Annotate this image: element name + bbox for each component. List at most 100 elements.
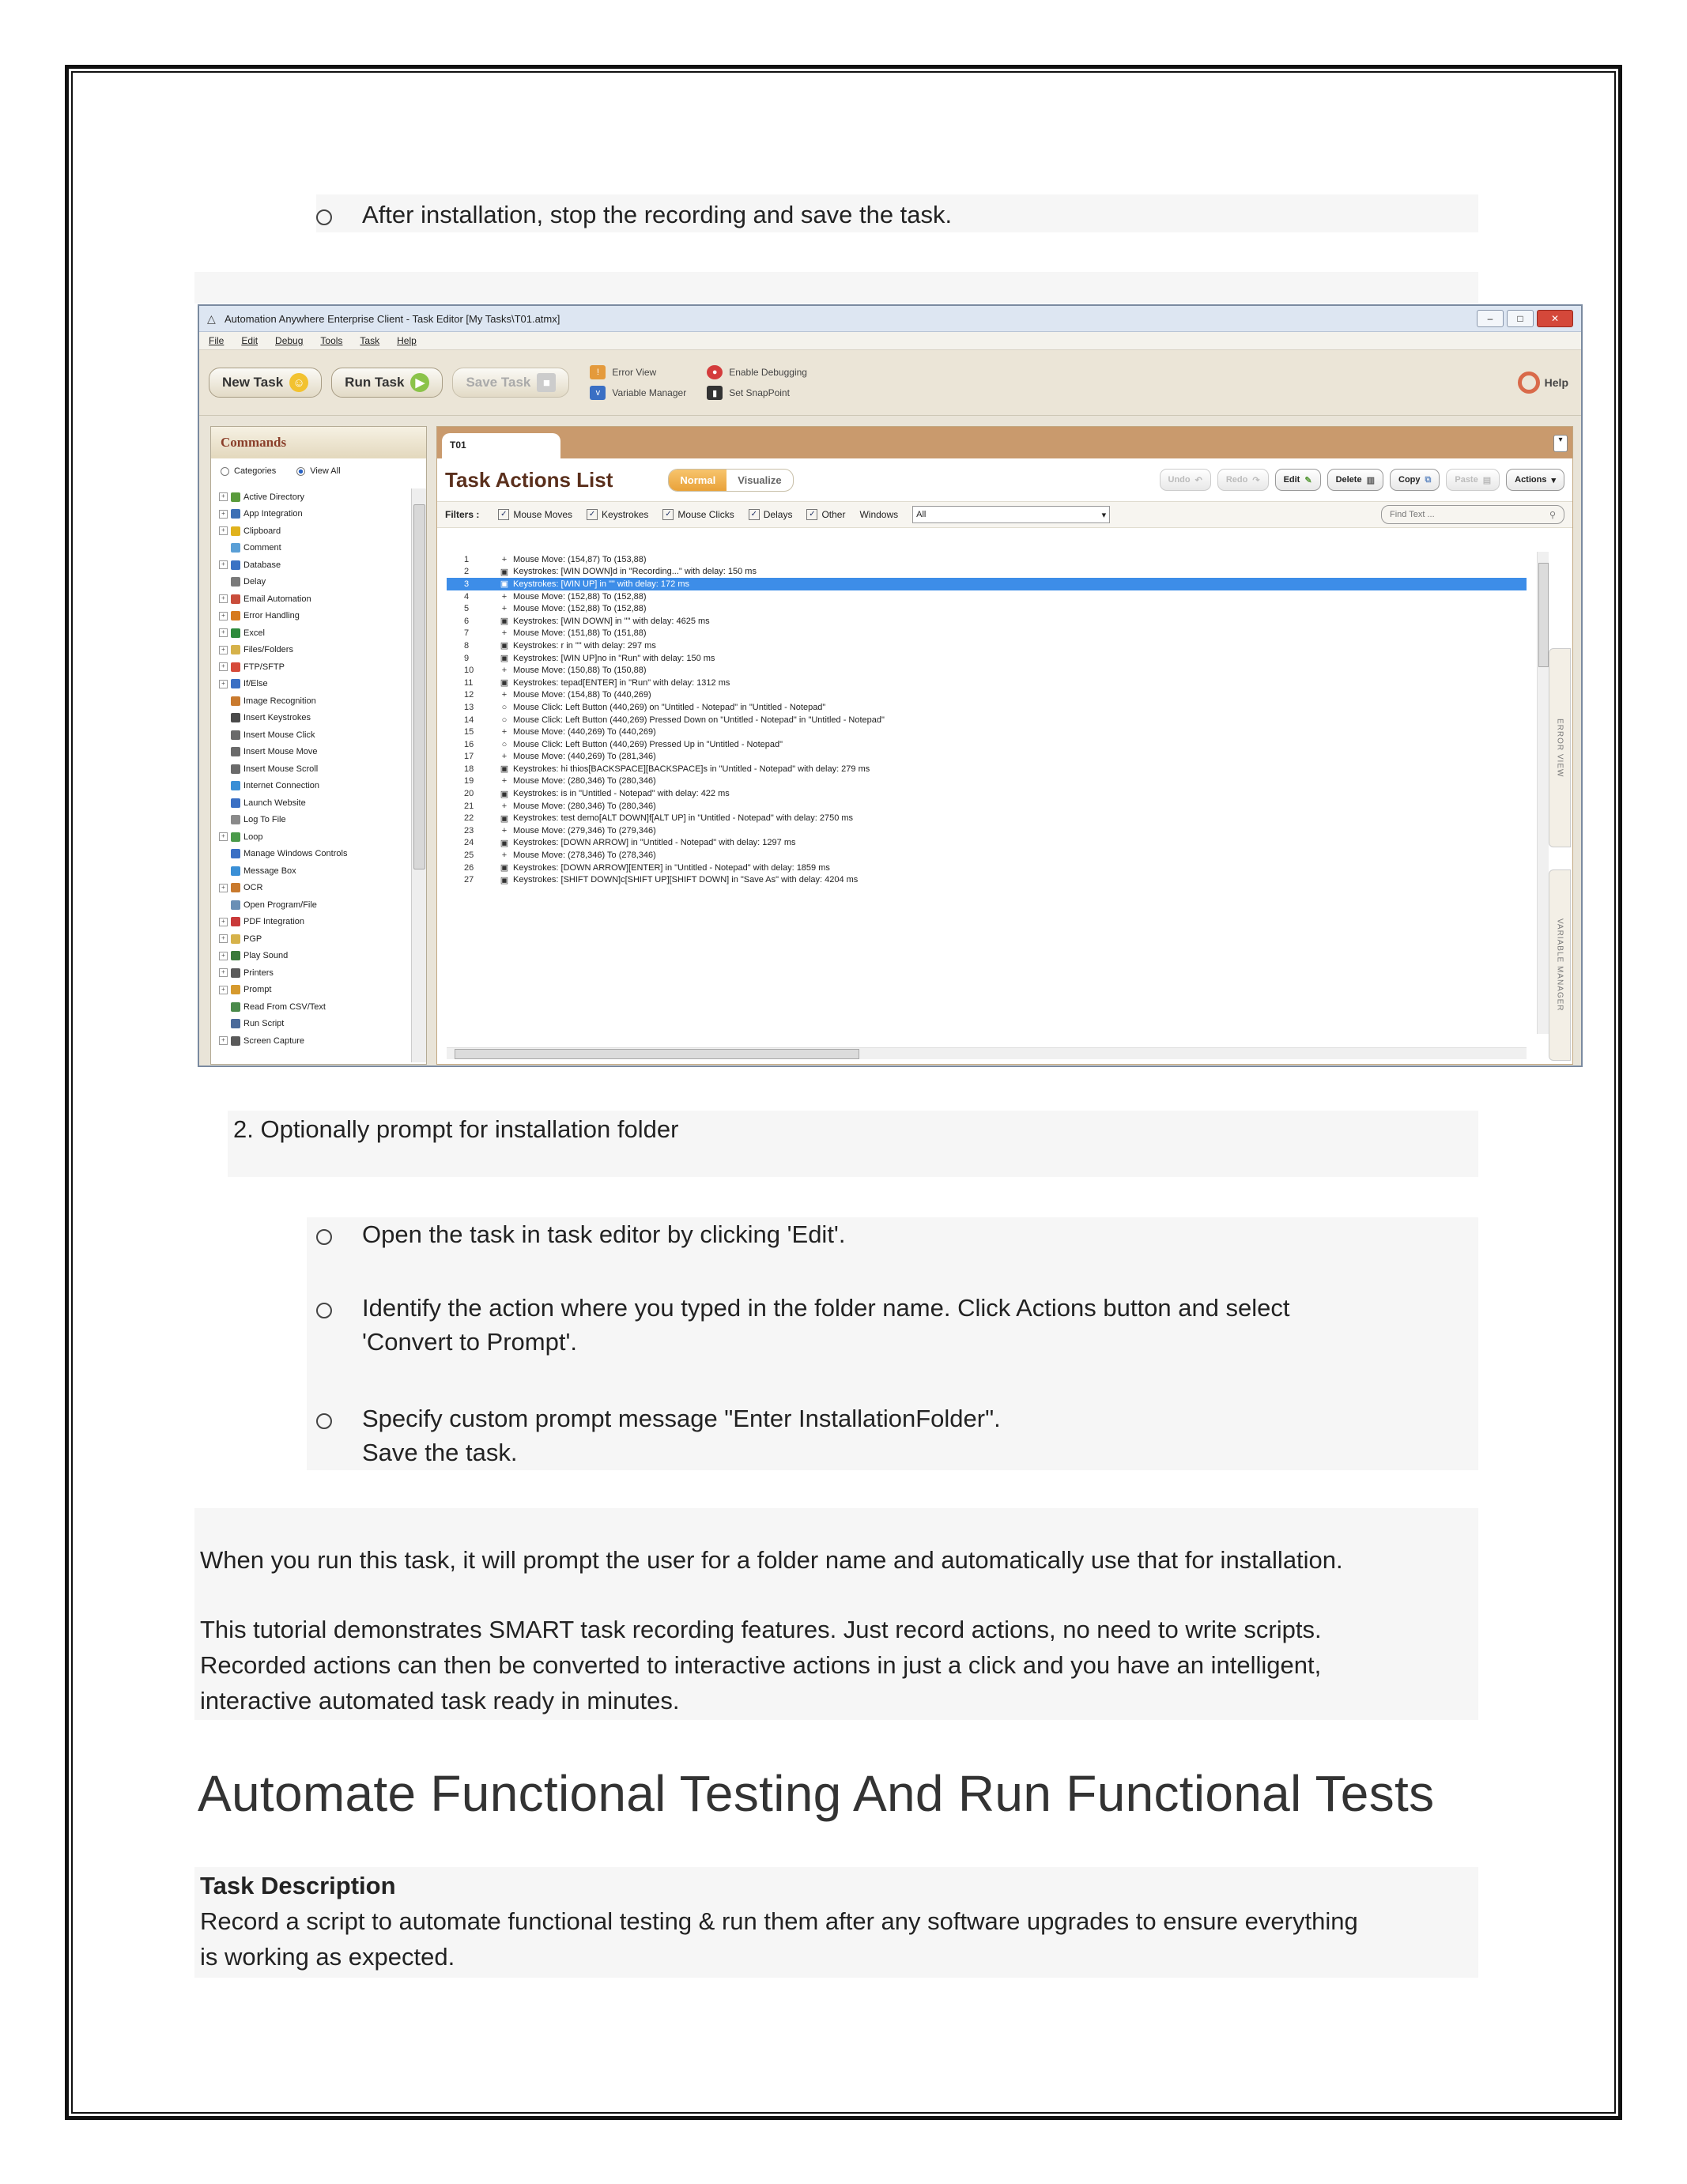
- undo-button[interactable]: Undo ↶: [1159, 469, 1211, 491]
- action-row[interactable]: 6 ▣ Keystrokes: [WIN DOWN] in "" with dela…: [447, 615, 1527, 628]
- command-item[interactable]: Comment: [211, 540, 409, 557]
- command-item[interactable]: + App Integration: [211, 506, 409, 523]
- expand-icon[interactable]: +: [219, 492, 228, 502]
- expand-icon[interactable]: +: [219, 560, 228, 570]
- command-item[interactable]: + Excel: [211, 624, 409, 642]
- error-view-sidetab[interactable]: ERROR VIEW: [1549, 648, 1571, 847]
- menu-debug[interactable]: Debug: [275, 335, 303, 346]
- command-item[interactable]: Image Recognition: [211, 692, 409, 710]
- filter-other[interactable]: ✓ Other: [806, 509, 845, 520]
- expand-icon[interactable]: +: [219, 985, 228, 994]
- paste-button[interactable]: Paste ▤: [1446, 469, 1500, 491]
- variable-manager-button[interactable]: v Variable Manager: [590, 386, 686, 400]
- command-item[interactable]: + Active Directory: [211, 488, 409, 506]
- radio-categories[interactable]: Categories: [221, 466, 276, 476]
- expand-icon[interactable]: +: [219, 594, 228, 604]
- command-item[interactable]: + FTP/SFTP: [211, 658, 409, 676]
- action-row[interactable]: 1 + Mouse Move: (154,87) To (153,88): [447, 553, 1527, 566]
- mode-normal[interactable]: Normal: [669, 469, 727, 491]
- command-item[interactable]: Run Script: [211, 1016, 409, 1033]
- action-row[interactable]: 15 + Mouse Move: (440,269) To (440,269): [447, 726, 1527, 738]
- expand-icon[interactable]: +: [219, 1036, 228, 1046]
- action-row[interactable]: 24 ▣ Keystrokes: [DOWN ARROW] in "Untitled…: [447, 837, 1527, 850]
- commands-scrollbar[interactable]: [411, 488, 426, 1062]
- command-item[interactable]: + If/Else: [211, 676, 409, 693]
- menu-help[interactable]: Help: [397, 335, 417, 346]
- action-row[interactable]: 25 + Mouse Move: (278,346) To (278,346): [447, 849, 1527, 862]
- action-row[interactable]: 9 ▣ Keystrokes: [WIN UP]no in "Run" with d…: [447, 652, 1527, 665]
- action-row[interactable]: 16 ○ Mouse Click: Left Button (440,269) Pr…: [447, 738, 1527, 751]
- action-row[interactable]: 8 ▣ Keystrokes: r in "" with delay: 297 ms: [447, 639, 1527, 652]
- command-item[interactable]: Delay: [211, 574, 409, 591]
- menu-tools[interactable]: Tools: [320, 335, 342, 346]
- minimize-button[interactable]: –: [1477, 310, 1504, 327]
- command-item[interactable]: + PGP: [211, 930, 409, 948]
- command-item[interactable]: + PDF Integration: [211, 914, 409, 931]
- expand-icon[interactable]: +: [219, 917, 228, 926]
- action-row[interactable]: 11 ▣ Keystrokes: tepad[ENTER] in "Run" wit…: [447, 677, 1527, 689]
- command-item[interactable]: Launch Website: [211, 794, 409, 812]
- help-button[interactable]: Help: [1517, 372, 1568, 394]
- command-item[interactable]: Log To File: [211, 812, 409, 829]
- mode-visualize[interactable]: Visualize: [727, 470, 792, 491]
- action-row[interactable]: 21 + Mouse Move: (280,346) To (280,346): [447, 800, 1527, 813]
- command-item[interactable]: + Database: [211, 556, 409, 574]
- edit-button[interactable]: Edit ✎: [1274, 469, 1321, 491]
- filter-keystrokes[interactable]: ✓ Keystrokes: [587, 509, 648, 520]
- menu-task[interactable]: Task: [360, 335, 379, 346]
- filter-mouse-moves[interactable]: ✓ Mouse Moves: [498, 509, 572, 520]
- action-row[interactable]: 19 + Mouse Move: (280,346) To (280,346): [447, 775, 1527, 788]
- actions-hscrollbar[interactable]: [447, 1047, 1527, 1059]
- radio-view-all[interactable]: View All: [296, 466, 341, 476]
- error-view-button[interactable]: ! Error View: [590, 365, 686, 379]
- expand-icon[interactable]: +: [219, 968, 228, 978]
- command-item[interactable]: Insert Mouse Scroll: [211, 760, 409, 778]
- command-item[interactable]: + Loop: [211, 828, 409, 846]
- action-row[interactable]: 22 ▣ Keystrokes: test demo[ALT DOWN]f[ALT …: [447, 812, 1527, 824]
- action-row[interactable]: 14 ○ Mouse Click: Left Button (440,269) Pr…: [447, 714, 1527, 726]
- action-row[interactable]: 13 ○ Mouse Click: Left Button (440,269) on…: [447, 701, 1527, 714]
- enable-debugging-button[interactable]: ● Enable Debugging: [707, 365, 807, 379]
- delete-button[interactable]: Delete ▥: [1327, 469, 1383, 491]
- find-text-input[interactable]: Find Text ... ⚲: [1381, 505, 1564, 524]
- filter-mouse-clicks[interactable]: ✓ Mouse Clicks: [662, 509, 734, 520]
- expand-icon[interactable]: +: [219, 611, 228, 620]
- command-item[interactable]: Read From CSV/Text: [211, 998, 409, 1016]
- command-item[interactable]: Message Box: [211, 862, 409, 880]
- action-row[interactable]: 4 + Mouse Move: (152,88) To (152,88): [447, 590, 1527, 603]
- command-item[interactable]: + OCR: [211, 880, 409, 897]
- collapse-icon[interactable]: ▾: [1553, 435, 1568, 452]
- close-button[interactable]: ✕: [1537, 310, 1573, 327]
- command-item[interactable]: + Screen Capture: [211, 1032, 409, 1050]
- action-row[interactable]: 17 + Mouse Move: (440,269) To (281,346): [447, 751, 1527, 764]
- scroll-thumb[interactable]: [413, 504, 425, 869]
- command-item[interactable]: + Play Sound: [211, 948, 409, 965]
- action-row[interactable]: 26 ▣ Keystrokes: [DOWN ARROW][ENTER] in "U…: [447, 862, 1527, 874]
- action-row[interactable]: 5 + Mouse Move: (152,88) To (152,88): [447, 602, 1527, 615]
- scroll-thumb[interactable]: [455, 1049, 859, 1059]
- action-row[interactable]: 18 ▣ Keystrokes: hi thios[BACKSPACE][BACKS…: [447, 763, 1527, 775]
- expand-icon[interactable]: +: [219, 934, 228, 944]
- command-item[interactable]: Internet Connection: [211, 778, 409, 795]
- expand-icon[interactable]: +: [219, 645, 228, 654]
- command-item[interactable]: + Error Handling: [211, 608, 409, 625]
- action-row[interactable]: 23 + Mouse Move: (279,346) To (279,346): [447, 824, 1527, 837]
- maximize-button[interactable]: □: [1507, 310, 1534, 327]
- run-task-button[interactable]: Run Task ▶: [331, 368, 443, 398]
- tab-t01[interactable]: T01: [442, 433, 560, 458]
- expand-icon[interactable]: +: [219, 509, 228, 519]
- redo-button[interactable]: Redo ↷: [1217, 469, 1269, 491]
- save-task-button[interactable]: Save Task ■: [452, 368, 570, 398]
- action-row[interactable]: 12 + Mouse Move: (154,88) To (440,269): [447, 689, 1527, 702]
- action-row[interactable]: 3 ▣ Keystrokes: [WIN UP] in "" with delay:…: [447, 578, 1527, 590]
- scroll-thumb[interactable]: [1538, 563, 1549, 667]
- command-item[interactable]: Manage Windows Controls: [211, 846, 409, 863]
- copy-button[interactable]: Copy ⧉: [1390, 469, 1440, 491]
- action-row[interactable]: 10 + Mouse Move: (150,88) To (150,88): [447, 664, 1527, 677]
- expand-icon[interactable]: +: [219, 951, 228, 960]
- expand-icon[interactable]: +: [219, 662, 228, 672]
- command-item[interactable]: Open Program/File: [211, 896, 409, 914]
- action-row[interactable]: 7 + Mouse Move: (151,88) To (151,88): [447, 628, 1527, 640]
- expand-icon[interactable]: +: [219, 628, 228, 638]
- action-row[interactable]: 2 ▣ Keystrokes: [WIN DOWN]d in "Recording.…: [447, 566, 1527, 579]
